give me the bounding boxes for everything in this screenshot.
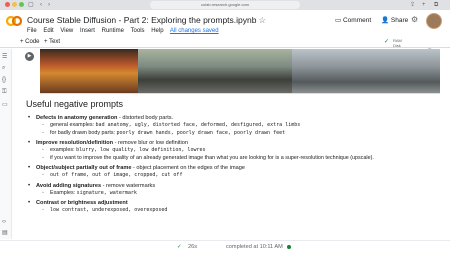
colab-logo-icon[interactable] <box>6 15 22 27</box>
add-text-cell-button[interactable]: + Text <box>44 36 60 48</box>
menu-insert[interactable]: Insert <box>80 28 95 34</box>
close-window-button[interactable] <box>5 2 10 7</box>
cell-toolbar: + Code + Text <box>0 36 450 48</box>
address-bar[interactable]: colab.research.google.com <box>150 1 300 9</box>
run-cell-button[interactable]: ▶ <box>25 52 34 61</box>
share-label: Share <box>390 17 409 24</box>
generated-image-road <box>138 49 292 93</box>
variables-icon[interactable]: {} <box>2 77 6 83</box>
settings-gear-icon[interactable]: ⚙ <box>411 15 418 24</box>
connected-check-icon: ✓ <box>384 39 390 45</box>
list-item: Examples: signature, watermark <box>42 190 446 198</box>
comment-icon: ▭ <box>335 17 342 24</box>
comment-label: Comment <box>342 17 372 24</box>
run-duration: 26s <box>188 244 198 250</box>
list-item: for badly drawn body parts: poorly drawn… <box>42 130 446 138</box>
left-sidebar: ☰ ⌕ {} ⚿ ▭ ‹› ▤ <box>0 49 12 239</box>
minimize-window-button[interactable] <box>12 2 17 7</box>
menu-file[interactable]: File <box>27 28 37 34</box>
menu-bar: File Edit View Insert Runtime Tools Help… <box>27 27 224 36</box>
sub-list: examples: blurry, low quality, low defin… <box>42 147 446 162</box>
text-cell[interactable]: Useful negative prompts Defects in anato… <box>26 98 446 217</box>
runtime-status-dot <box>287 245 291 249</box>
add-code-cell-button[interactable]: + Code <box>20 36 40 48</box>
status-check-icon: ✓ <box>177 244 182 250</box>
menu-help[interactable]: Help <box>151 28 163 34</box>
terminal-icon[interactable]: ▤ <box>2 229 8 236</box>
section-heading: Useful negative prompts <box>26 99 124 109</box>
sub-list: general examples: bad anatomy, ugly, dis… <box>42 122 446 137</box>
list-item: Contrast or brightness adjustment low co… <box>26 199 446 215</box>
comment-button[interactable]: ▭ Comment <box>335 16 371 26</box>
generated-image-city <box>292 49 440 93</box>
forward-icon[interactable]: › <box>48 1 50 9</box>
share-page-icon[interactable]: ⇪ <box>410 1 415 9</box>
status-bar: ✓ 26s completed at 10:11 AM <box>0 240 450 253</box>
list-item: general examples: bad anatomy, ugly, dis… <box>42 122 446 130</box>
notebook-title-text[interactable]: Course Stable Diffusion - Part 2: Explor… <box>27 15 256 25</box>
share-button[interactable]: 👤 Share <box>381 16 408 26</box>
menu-edit[interactable]: Edit <box>43 28 53 34</box>
menu-tools[interactable]: Tools <box>131 28 145 34</box>
code-snippets-icon[interactable]: ‹› <box>2 219 6 225</box>
menu-runtime[interactable]: Runtime <box>102 28 124 34</box>
list-item: Avoid adding signatures - remove waterma… <box>26 182 446 198</box>
list-item: if you want to improve the quality of an… <box>42 155 446 163</box>
list-item: examples: blurry, low quality, low defin… <box>42 147 446 155</box>
key-icon[interactable]: ⚿ <box>2 89 7 96</box>
sub-list: low contrast, underexposed, overexposed <box>42 207 446 215</box>
sidebar-toggle-icon[interactable]: ▢ <box>28 1 34 9</box>
list-item: out of frame, out of image, cropped, cut… <box>42 172 446 180</box>
save-status-link[interactable]: All changes saved <box>170 28 219 34</box>
image-output <box>40 49 440 93</box>
share-person-icon: 👤 <box>381 17 390 24</box>
list-item: Object/subject partially out of frame - … <box>26 164 446 180</box>
browser-titlebar: ▢ ‹ › colab.research.google.com ⇪ + ⧉ <box>0 0 450 10</box>
notebook-title[interactable]: Course Stable Diffusion - Part 2: Explor… <box>27 14 266 26</box>
list-item: Defects in anatomy generation - distorte… <box>26 114 446 137</box>
completion-time: completed at 10:11 AM <box>226 244 283 250</box>
new-tab-icon[interactable]: + <box>422 1 426 9</box>
disk-label: Disk <box>393 43 401 48</box>
cell-divider <box>40 93 440 94</box>
resource-indicator[interactable]: RAM Disk <box>393 38 402 48</box>
star-icon[interactable]: ☆ <box>258 15 266 25</box>
list-item: low contrast, underexposed, overexposed <box>42 207 446 215</box>
toc-icon[interactable]: ☰ <box>2 53 7 60</box>
user-avatar[interactable] <box>426 13 442 29</box>
tabs-overview-icon[interactable]: ⧉ <box>434 1 438 9</box>
list-item: Improve resolution/definition - remove b… <box>26 139 446 162</box>
generated-image-autumn-street <box>40 49 138 93</box>
files-icon[interactable]: ▭ <box>2 101 8 108</box>
sub-list: out of frame, out of image, cropped, cut… <box>42 172 446 180</box>
search-icon[interactable]: ⌕ <box>2 65 5 72</box>
menu-view[interactable]: View <box>60 28 73 34</box>
maximize-window-button[interactable] <box>19 2 24 7</box>
back-icon[interactable]: ‹ <box>40 1 42 9</box>
negative-prompts-list: Defects in anatomy generation - distorte… <box>26 114 446 215</box>
sub-list: Examples: signature, watermark <box>42 190 446 198</box>
